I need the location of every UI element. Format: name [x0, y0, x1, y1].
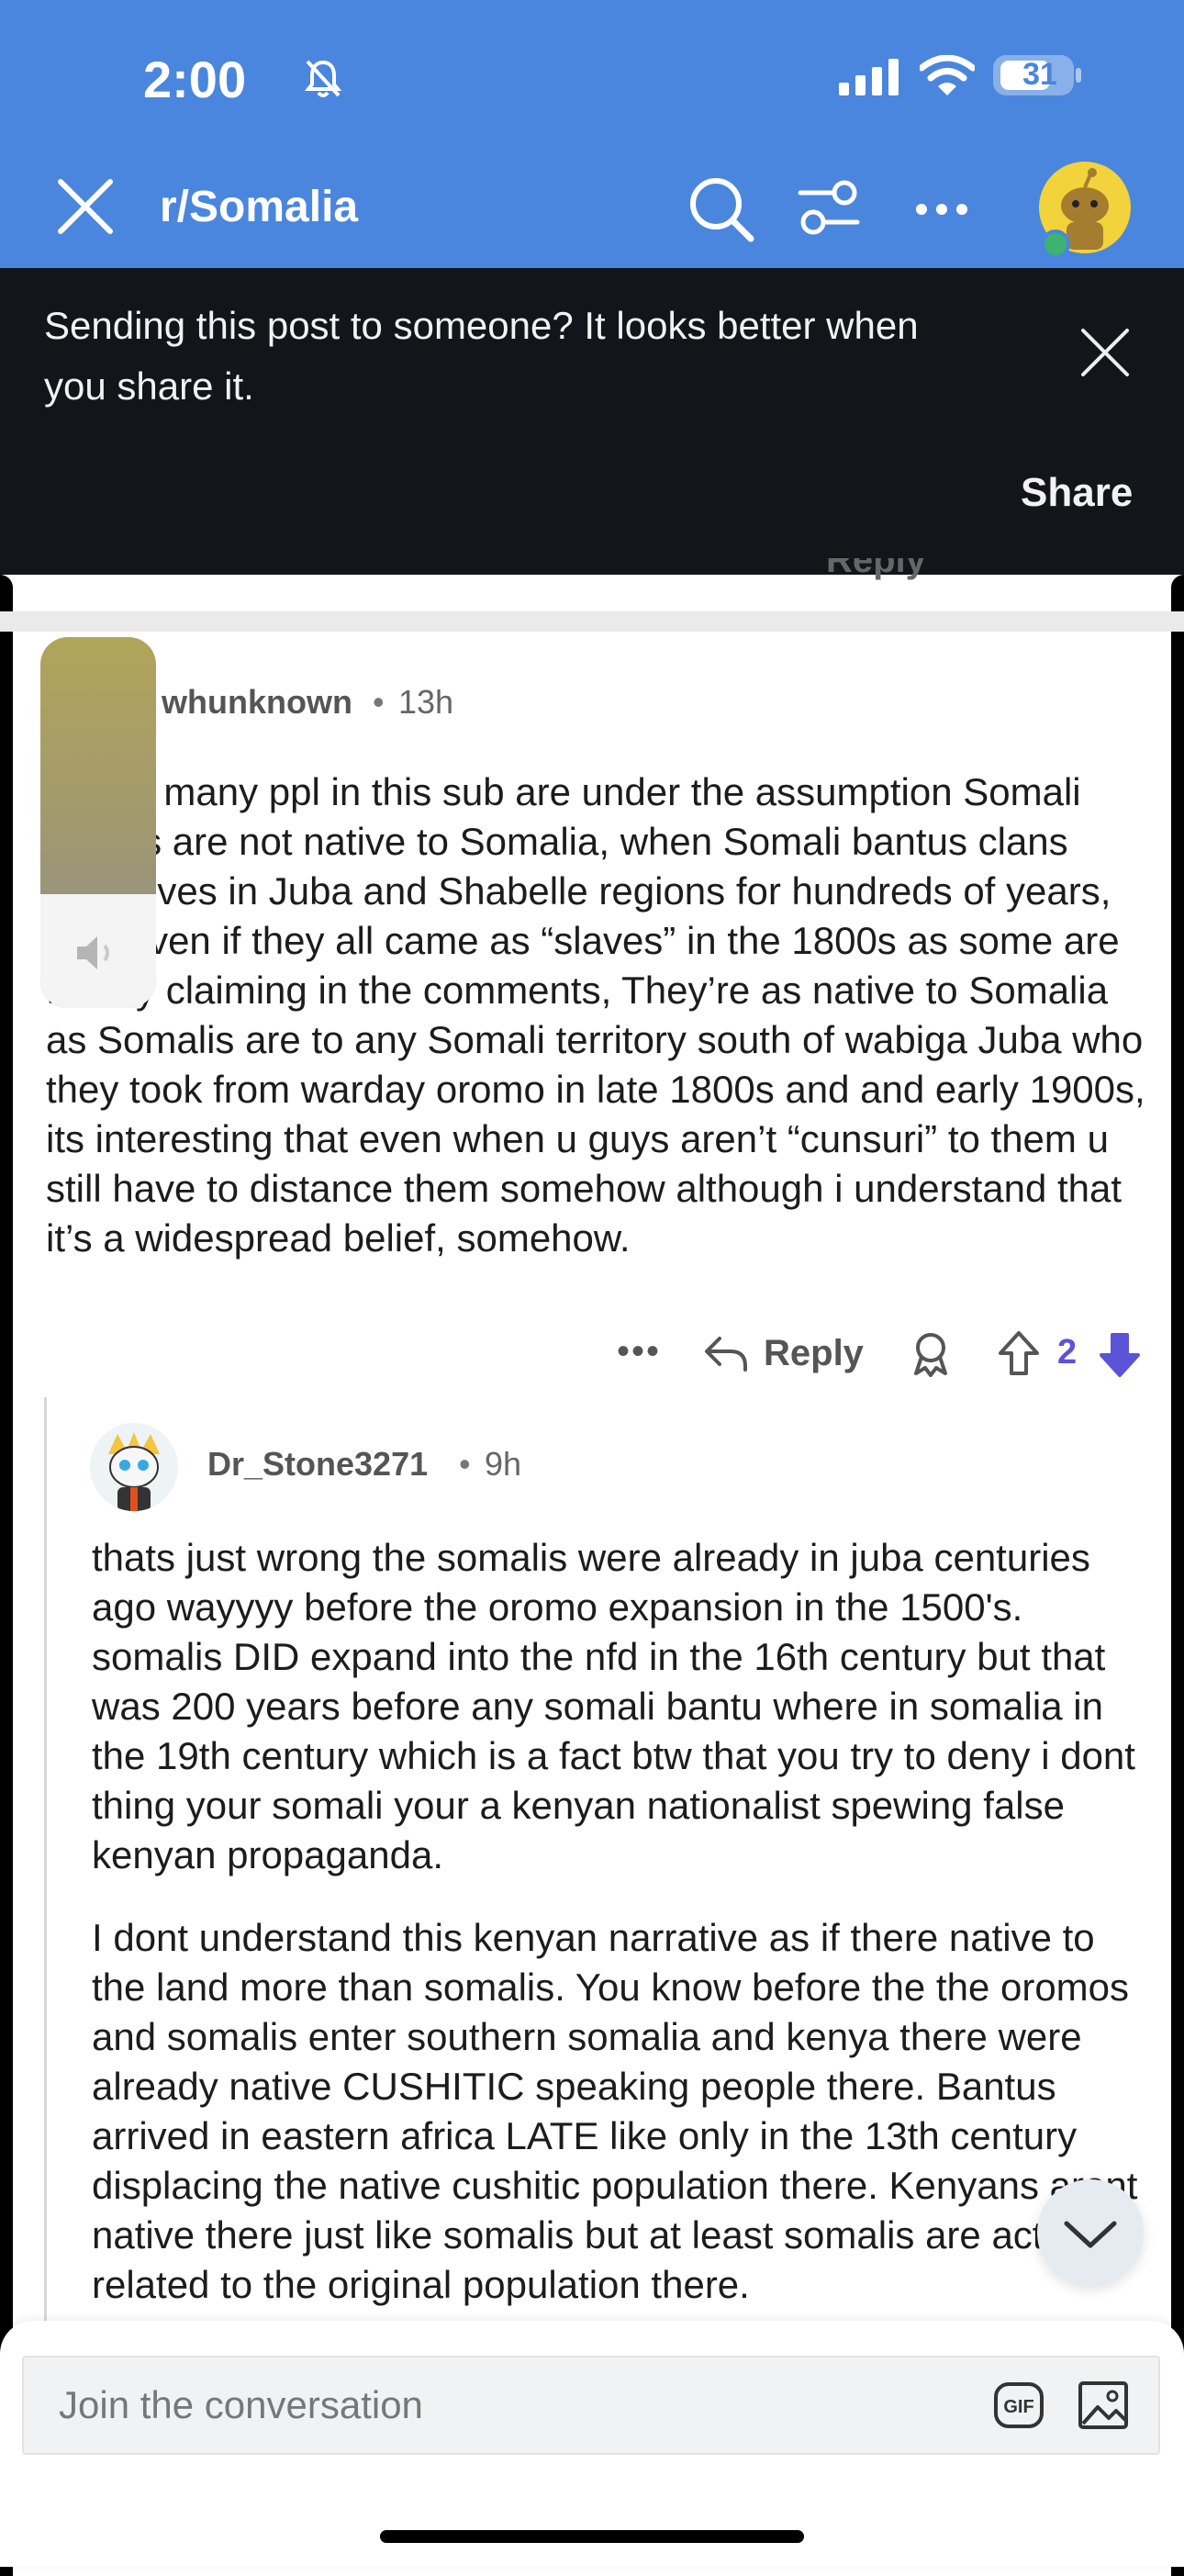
home-indicator[interactable]	[380, 2530, 804, 2543]
subreddit-title[interactable]: r/Somalia	[160, 182, 358, 232]
comment-author-2[interactable]: Dr_Stone3271	[207, 1445, 428, 1484]
filter-icon[interactable]	[797, 178, 861, 239]
banner-close-icon[interactable]	[1079, 327, 1131, 378]
comment-divider	[0, 611, 1184, 632]
reply-body-clip: thats just wrong the somalis were alread…	[0, 1524, 1184, 2321]
svg-text:GIF: GIF	[1003, 2397, 1033, 2417]
search-icon[interactable]	[687, 174, 756, 244]
battery-nub	[1076, 68, 1081, 83]
image-icon[interactable]	[1078, 2378, 1131, 2431]
chevron-down-icon	[1064, 2221, 1117, 2248]
reply-paragraph-1: thats just wrong the somalis were alread…	[92, 1536, 1135, 1876]
meta-separator-2: •	[459, 1445, 471, 1483]
reply-paragraph-2: I dont understand this kenyan narrative …	[92, 1916, 1138, 2306]
speaker-icon	[77, 936, 109, 969]
meta-separator: •	[373, 683, 385, 721]
comment-time: 13h	[398, 683, 454, 721]
reply-icon[interactable]	[703, 1333, 749, 1373]
gif-icon[interactable]: GIF	[993, 2381, 1044, 2429]
battery-level: 31	[1022, 57, 1057, 92]
share-banner-text: Sending this post to someone? It looks b…	[44, 304, 919, 408]
downvote-icon[interactable]	[1098, 1331, 1142, 1379]
comment-time-2: 9h	[485, 1445, 522, 1483]
online-indicator	[1041, 230, 1070, 259]
commenter-avatar[interactable]	[90, 1423, 178, 1511]
previous-reply-label[interactable]: Reply	[826, 558, 926, 581]
wifi-icon	[920, 55, 975, 95]
more-icon[interactable]	[914, 202, 969, 217]
comment-more-button[interactable]: •••	[617, 1331, 661, 1372]
upvote-icon[interactable]	[997, 1329, 1041, 1377]
comment-body: Funny many ppl in this sub are under the…	[46, 770, 1145, 1260]
bell-muted-icon	[305, 60, 341, 97]
award-icon[interactable]	[909, 1329, 953, 1377]
comment-author[interactable]: whunknown	[162, 683, 352, 722]
close-icon[interactable]	[55, 176, 116, 237]
previous-actions-row: Reply	[698, 558, 1156, 589]
signal-icon	[839, 59, 899, 95]
share-button[interactable]: Share	[1021, 470, 1133, 516]
reply-button[interactable]: Reply	[764, 1333, 864, 1374]
status-time: 2:00	[143, 50, 247, 108]
vote-score: 2	[1057, 1333, 1078, 1372]
comment-input-placeholder: Join the conversation	[59, 2383, 423, 2426]
